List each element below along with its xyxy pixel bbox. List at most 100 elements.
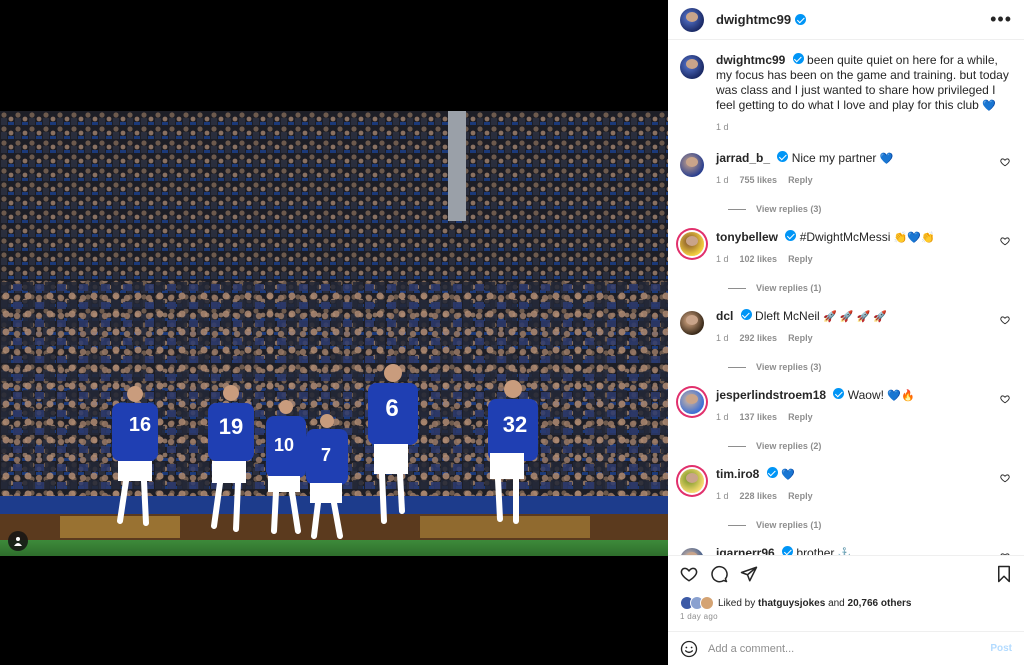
like-heart-icon[interactable] bbox=[680, 565, 698, 583]
comment-text: Waow! bbox=[847, 388, 884, 402]
comment: dcl Dleft McNeil 🚀 🚀 🚀 🚀 1 d 292 likes R… bbox=[680, 309, 1010, 346]
caption-username[interactable]: dwightmc99 bbox=[716, 53, 785, 67]
jersey-number: 6 bbox=[385, 395, 398, 422]
comment-text: brother bbox=[796, 546, 835, 555]
view-replies-button[interactable]: View replies (3) bbox=[728, 204, 1010, 214]
commenter-username[interactable]: tim.iro8 bbox=[716, 467, 759, 481]
jersey-number: 10 bbox=[274, 435, 294, 455]
comment: tim.iro8 💙 1 d 228 likes Reply bbox=[680, 467, 1010, 504]
comment-emoji: 💙 bbox=[879, 153, 894, 165]
comment-like-heart-icon[interactable] bbox=[1000, 157, 1010, 167]
post-timestamp: 1 day ago bbox=[680, 612, 718, 621]
post-caption: dwightmc99 been quite quiet on here for … bbox=[680, 53, 1010, 135]
comment: jesperlindstroem18 Waow! 💙🔥 1 d 137 like… bbox=[680, 388, 1010, 425]
liked-by-label: Liked by bbox=[718, 597, 756, 609]
comment-age: 1 d bbox=[716, 491, 729, 501]
post-side-panel: dwightmc99 ••• dwightmc99 been quite qui… bbox=[668, 0, 1024, 665]
user-tag-button[interactable] bbox=[8, 531, 28, 551]
blue-heart-emoji: 💙 bbox=[982, 100, 996, 112]
author-avatar[interactable] bbox=[680, 7, 704, 32]
comment-likes[interactable]: 102 likes bbox=[740, 252, 778, 267]
commenter-avatar[interactable] bbox=[680, 548, 704, 555]
verified-badge-icon bbox=[792, 53, 804, 64]
reply-button[interactable]: Reply bbox=[788, 331, 813, 346]
comment-age: 1 d bbox=[716, 254, 729, 264]
action-bar bbox=[668, 556, 1024, 592]
reply-button[interactable]: Reply bbox=[788, 410, 813, 425]
post-comment-button[interactable]: Post bbox=[990, 643, 1012, 654]
comment-emoji: 👏💙👏 bbox=[893, 232, 935, 244]
comment-input[interactable] bbox=[708, 642, 991, 655]
verified-badge-icon bbox=[766, 467, 778, 478]
comment-threads: jarrad_b_ Nice my partner 💙 1 d 755 like… bbox=[680, 151, 1010, 555]
verified-badge-icon bbox=[740, 309, 752, 320]
add-comment-bar: Post bbox=[668, 631, 1024, 665]
liked-by-others[interactable]: 20,766 others bbox=[848, 598, 912, 609]
comment: tonybellew #DwightMcMessi 👏💙👏 1 d 102 li… bbox=[680, 230, 1010, 267]
jersey-number: 7 bbox=[321, 445, 331, 465]
view-replies-button[interactable]: View replies (1) bbox=[728, 283, 1010, 293]
view-replies-button[interactable]: View replies (3) bbox=[728, 362, 1010, 372]
commenter-avatar[interactable] bbox=[680, 232, 704, 256]
commenter-avatar[interactable] bbox=[680, 153, 704, 177]
liked-by-user[interactable]: thatguysjokes bbox=[758, 598, 825, 609]
verified-badge-icon bbox=[782, 546, 794, 555]
comment-age: 1 d bbox=[716, 175, 729, 185]
comment-age: 1 d bbox=[716, 333, 729, 343]
comments-list[interactable]: dwightmc99 been quite quiet on here for … bbox=[668, 41, 1024, 555]
comment-emoji: 💙🔥 bbox=[887, 390, 915, 402]
view-replies-button[interactable]: View replies (2) bbox=[728, 441, 1010, 451]
post-footer: Liked by thatguysjokes and 20,766 others… bbox=[668, 555, 1024, 665]
commenter-username[interactable]: jesperlindstroem18 bbox=[716, 388, 826, 402]
commenter-username[interactable]: dcl bbox=[716, 309, 733, 323]
commenter-avatar[interactable] bbox=[680, 469, 704, 493]
comment-emoji: 💙 bbox=[781, 469, 795, 481]
verified-badge-icon bbox=[795, 14, 807, 25]
post-header: dwightmc99 ••• bbox=[668, 0, 1024, 40]
liked-by-and: and bbox=[828, 597, 845, 609]
comment: jarrad_b_ Nice my partner 💙 1 d 755 like… bbox=[680, 151, 1010, 188]
reply-button[interactable]: Reply bbox=[788, 489, 813, 504]
comment-like-heart-icon[interactable] bbox=[1000, 394, 1010, 404]
verified-badge-icon bbox=[777, 151, 789, 162]
comment-text: #DwightMcMessi bbox=[799, 230, 891, 244]
post-photo[interactable]: 16 19 10 7 6 32 bbox=[0, 111, 668, 556]
likes-summary: Liked by thatguysjokes and 20,766 others bbox=[668, 592, 1024, 610]
comment: jgarnerr96 brother ⚓ 1 d 364 likes Reply bbox=[680, 546, 1010, 555]
view-replies-button[interactable]: View replies (1) bbox=[728, 520, 1010, 530]
more-options-button[interactable]: ••• bbox=[990, 9, 1012, 30]
save-bookmark-icon[interactable] bbox=[996, 565, 1012, 583]
comment-like-heart-icon[interactable] bbox=[1000, 236, 1010, 246]
comment-text: Dleft McNeil bbox=[755, 309, 820, 323]
commenter-avatar[interactable] bbox=[680, 311, 704, 335]
commenter-username[interactable]: jarrad_b_ bbox=[716, 151, 770, 165]
verified-badge-icon bbox=[833, 388, 845, 399]
emoji-smiley-icon[interactable] bbox=[680, 640, 698, 658]
author-username-text[interactable]: dwightmc99 bbox=[716, 12, 791, 27]
comment-age: 1 d bbox=[716, 412, 729, 422]
comment-bubble-icon[interactable] bbox=[710, 565, 728, 583]
comment-emoji: ⚓ bbox=[837, 548, 852, 555]
jersey-number: 32 bbox=[503, 412, 527, 437]
celebration-photo: 16 19 10 7 6 32 bbox=[0, 111, 668, 556]
comment-like-heart-icon[interactable] bbox=[1000, 315, 1010, 325]
commenter-username[interactable]: tonybellew bbox=[716, 230, 778, 244]
share-paper-plane-icon[interactable] bbox=[740, 565, 758, 583]
commenter-avatar[interactable] bbox=[680, 390, 704, 414]
comment-likes[interactable]: 292 likes bbox=[740, 331, 778, 346]
comment-like-heart-icon[interactable] bbox=[1000, 473, 1010, 483]
reply-button[interactable]: Reply bbox=[788, 252, 813, 267]
jersey-number: 19 bbox=[219, 414, 243, 439]
commenter-username[interactable]: jgarnerr96 bbox=[716, 546, 775, 555]
jersey-number: 16 bbox=[129, 414, 151, 436]
liker-avatars bbox=[680, 596, 714, 610]
caption-avatar[interactable] bbox=[680, 55, 704, 79]
author-username[interactable]: dwightmc99 bbox=[716, 12, 807, 27]
post-media: 16 19 10 7 6 32 bbox=[0, 0, 668, 665]
comment-likes[interactable]: 137 likes bbox=[740, 410, 778, 425]
caption-age: 1 d bbox=[716, 122, 729, 132]
comment-text: Nice my partner bbox=[791, 151, 877, 165]
comment-likes[interactable]: 228 likes bbox=[740, 489, 778, 504]
reply-button[interactable]: Reply bbox=[788, 173, 813, 188]
comment-likes[interactable]: 755 likes bbox=[740, 173, 778, 188]
